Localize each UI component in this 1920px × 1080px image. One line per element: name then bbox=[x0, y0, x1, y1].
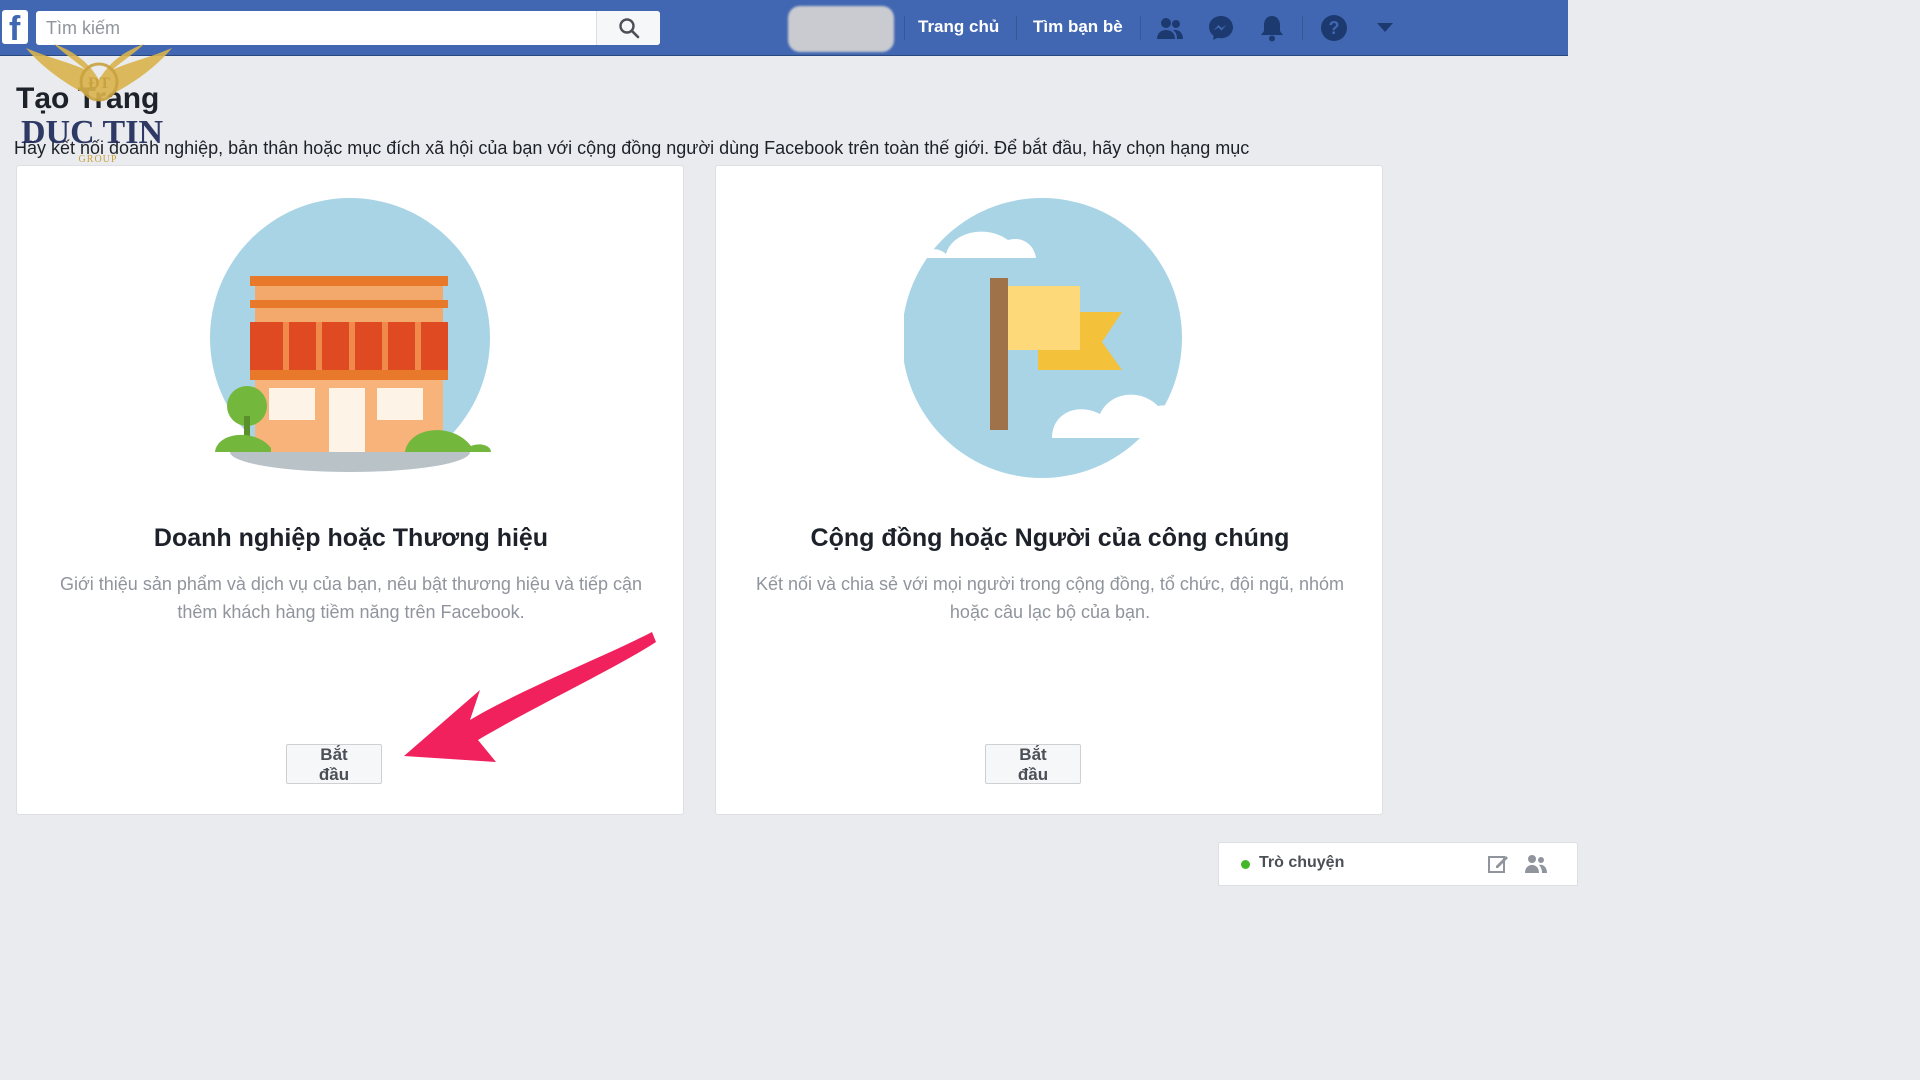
svg-text:?: ? bbox=[1329, 18, 1340, 38]
search-button[interactable] bbox=[596, 11, 660, 45]
duc-tin-watermark-logo: ĐT bbox=[14, 40, 184, 172]
top-navigation-bar: f Trang chủ Tìm bạn bè bbox=[0, 0, 1568, 56]
watermark-text: DUC TIN bbox=[20, 114, 163, 151]
community-public-figure-card[interactable]: Cộng đồng hoặc Người của công chúng Kết … bbox=[715, 165, 1383, 815]
notifications-icon[interactable] bbox=[1256, 12, 1288, 44]
business-start-button[interactable]: Bắt đầu bbox=[286, 744, 382, 784]
storefront-illustration-icon bbox=[205, 198, 505, 484]
nav-divider bbox=[1016, 16, 1017, 40]
watermark-subtext: GROUP bbox=[78, 154, 118, 165]
help-icon[interactable]: ? bbox=[1318, 12, 1350, 44]
nav-divider bbox=[904, 16, 905, 40]
business-card-description: Giới thiệu sản phẩm và dịch vụ của bạn, … bbox=[59, 574, 643, 622]
dropdown-arrow-icon[interactable] bbox=[1369, 12, 1401, 44]
nav-find-friends-link[interactable]: Tìm bạn bè bbox=[1033, 17, 1123, 37]
nav-divider bbox=[1140, 16, 1141, 40]
profile-avatar-button[interactable] bbox=[788, 6, 894, 52]
flag-illustration-icon bbox=[904, 198, 1195, 478]
chat-label[interactable]: Trò chuyện bbox=[1259, 854, 1344, 872]
wings-logo-icon: ĐT bbox=[26, 44, 172, 102]
community-card-description: Kết nối và chia sẻ với mọi người trong c… bbox=[755, 574, 1345, 622]
nav-home-link[interactable]: Trang chủ bbox=[918, 17, 999, 37]
business-brand-card[interactable]: Doanh nghiệp hoặc Thương hiệu Giới thiệu… bbox=[16, 165, 684, 815]
svg-text:ĐT: ĐT bbox=[88, 75, 111, 92]
search-icon bbox=[618, 18, 639, 39]
create-group-icon[interactable] bbox=[1523, 851, 1549, 877]
community-start-button[interactable]: Bắt đầu bbox=[985, 744, 1081, 784]
new-message-icon[interactable] bbox=[1485, 851, 1511, 877]
friend-requests-icon[interactable] bbox=[1154, 12, 1186, 44]
business-card-title: Doanh nghiệp hoặc Thương hiệu bbox=[153, 524, 549, 552]
community-card-title: Cộng đồng hoặc Người của công chúng bbox=[810, 524, 1290, 552]
online-status-dot bbox=[1241, 860, 1250, 869]
page-description: Hãy kết nối doanh nghiệp, bản thân hoặc … bbox=[14, 138, 1250, 158]
messenger-icon[interactable] bbox=[1205, 12, 1237, 44]
facebook-logo-icon[interactable]: f bbox=[2, 10, 28, 44]
nav-divider bbox=[1302, 16, 1303, 40]
chat-sidebar-bar[interactable]: Trò chuyện bbox=[1218, 842, 1578, 886]
